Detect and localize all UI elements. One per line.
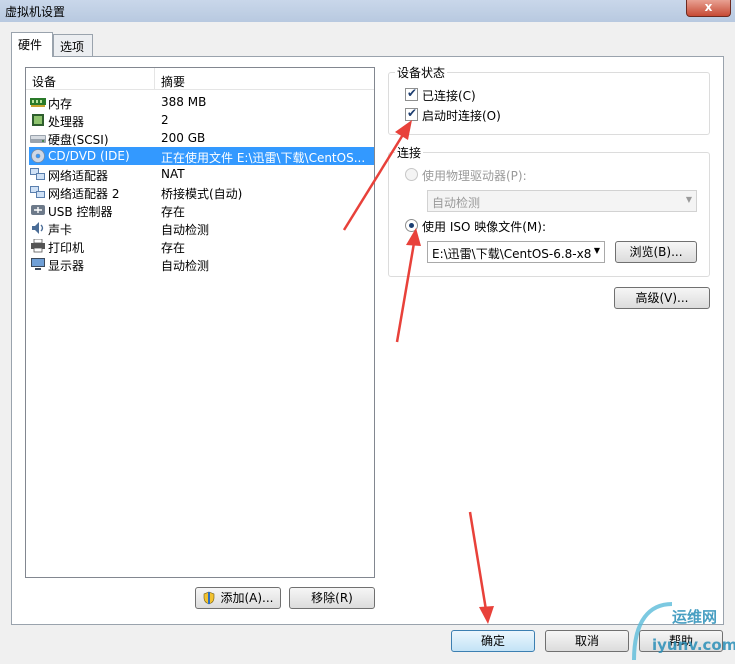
watermark: 运维网 iyunv.com <box>630 600 735 664</box>
tab-hardware[interactable]: 硬件 <box>11 32 53 57</box>
arrow-icon <box>395 228 421 343</box>
watermark-top: 运维网 <box>672 608 718 626</box>
annotation-arrows <box>342 120 494 624</box>
arrow-icon <box>468 511 494 624</box>
arrow-icon <box>342 120 412 231</box>
watermark-bottom: iyunv.com <box>652 636 735 654</box>
tab-hardware-label: 硬件 <box>18 38 43 52</box>
